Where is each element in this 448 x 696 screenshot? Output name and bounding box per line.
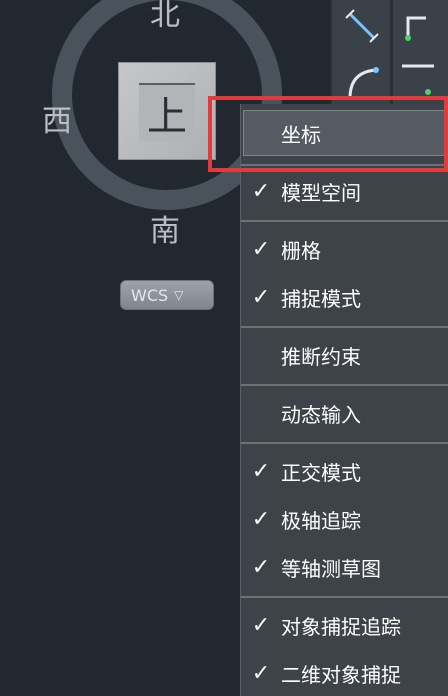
wcs-dropdown[interactable]: WCS ▽ [120, 280, 214, 310]
menu-item-isometric-drafting[interactable]: ✓ 等轴测草图 [241, 544, 448, 590]
check-icon: ✓ [251, 284, 271, 310]
check-icon: ✓ [251, 612, 271, 638]
check-icon: ✓ [251, 236, 271, 262]
compass-north-label[interactable]: 北 [150, 0, 180, 34]
wcs-label: WCS [131, 285, 169, 305]
menu-separator [241, 326, 448, 328]
menu-item-label: 推断约束 [281, 344, 361, 369]
status-bar-context-menu: 坐标 ✓ 模型空间 ✓ 栅格 ✓ 捕捉模式 推断约束 动态输入 ✓ 正交模式 ✓… [240, 104, 448, 696]
check-icon: ✓ [251, 178, 271, 204]
check-icon: ✓ [251, 554, 271, 580]
menu-item-grid[interactable]: ✓ 栅格 [241, 226, 448, 272]
viewcube[interactable]: 上 [118, 62, 216, 160]
menu-item-label: 对象捕捉追踪 [281, 614, 401, 639]
menu-item-label: 捕捉模式 [281, 286, 361, 311]
menu-separator [241, 384, 448, 386]
menu-item-label: 极轴追踪 [281, 508, 361, 533]
chevron-down-icon: ▽ [174, 288, 184, 302]
check-icon: ✓ [251, 458, 271, 484]
menu-item-infer-constraints[interactable]: 推断约束 [241, 332, 448, 378]
menu-item-label: 等轴测草图 [281, 556, 381, 581]
viewcube-top-face[interactable]: 上 [139, 83, 195, 141]
menu-item-label: 动态输入 [281, 402, 361, 427]
menu-item-label: 栅格 [281, 238, 321, 263]
menu-item-polar-tracking[interactable]: ✓ 极轴追踪 [241, 496, 448, 542]
menu-item-label: 正交模式 [281, 460, 361, 485]
menu-item-label: 二维对象捕捉 [281, 662, 401, 687]
menu-item-label: 模型空间 [281, 180, 361, 205]
menu-separator [241, 596, 448, 598]
compass-south-label[interactable]: 南 [150, 206, 180, 250]
check-icon: ✓ [251, 506, 271, 532]
menu-item-ortho-mode[interactable]: ✓ 正交模式 [241, 448, 448, 494]
menu-item-object-snap-tracking[interactable]: ✓ 对象捕捉追踪 [241, 602, 448, 648]
menu-separator [241, 220, 448, 222]
menu-item-2d-object-snap[interactable]: ✓ 二维对象捕捉 [241, 650, 448, 696]
menu-item-snap-mode[interactable]: ✓ 捕捉模式 [241, 274, 448, 320]
leader-icon[interactable] [398, 6, 438, 46]
menu-item-dynamic-input[interactable]: 动态输入 [241, 390, 448, 436]
dimension-icon[interactable] [342, 6, 382, 46]
check-icon: ✓ [251, 660, 271, 686]
compass-west-label[interactable]: 西 [42, 96, 72, 140]
menu-separator [241, 442, 448, 444]
annotation-highlight-box [208, 96, 448, 172]
menu-item-model-space[interactable]: ✓ 模型空间 [241, 168, 448, 214]
